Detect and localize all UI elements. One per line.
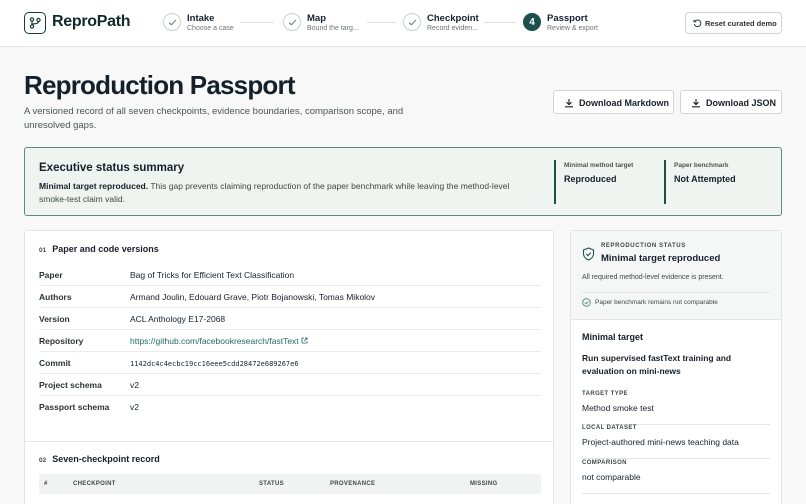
summary-body: Minimal target reproduced. This gap prev… <box>39 180 539 206</box>
kv-row-project-schema: Project schema v2 <box>39 374 541 396</box>
minimal-target-title: Minimal target <box>582 332 644 342</box>
kv-key: Project schema <box>39 380 102 390</box>
step-number-badge: 4 <box>523 13 541 31</box>
versions-heading: 01 Paper and code versions <box>39 244 159 254</box>
status-kicker: REPRODUCTION STATUS <box>601 243 686 249</box>
top-bar: ReproPath Intake Choose a case Map Bound… <box>0 0 806 47</box>
shield-check-icon <box>582 247 595 261</box>
check-circle-icon <box>582 298 591 307</box>
reset-demo-button[interactable]: Reset curated demo <box>685 12 782 34</box>
kv-value: Bag of Tricks for Efficient Text Classif… <box>130 270 295 280</box>
kv-value: v2 <box>130 402 139 412</box>
step-subtitle: Record eviden... <box>427 25 478 32</box>
kv-row-commit: Commit 1142dc4c4ecbc19cc16eee5cdd28472e6… <box>39 352 541 374</box>
download-markdown-label: Download Markdown <box>579 98 669 108</box>
status-card: REPRODUCTION STATUS Minimal target repro… <box>570 230 782 504</box>
step-title: Passport <box>547 13 588 24</box>
section-number: 02 <box>39 457 47 464</box>
stat-minimal-method: Minimal method target Reproduced <box>554 160 654 204</box>
external-link-icon <box>301 337 308 344</box>
kv-value: ACL Anthology E17-2068 <box>130 314 226 324</box>
field-value: not comparable <box>582 472 641 482</box>
app-name: ReproPath <box>52 13 131 30</box>
field-value: Method smoke test <box>582 403 654 413</box>
kv-key: Repository <box>39 336 84 346</box>
step-title: Checkpoint <box>427 13 479 24</box>
kv-key: Version <box>39 314 70 324</box>
kv-row-paper: Paper Bag of Tricks for Efficient Text C… <box>39 264 541 286</box>
page-title: Reproduction Passport <box>24 70 295 100</box>
field-comparison: COMPARISON not comparable <box>582 460 770 494</box>
column-header: MISSING <box>470 481 498 487</box>
section-title: Seven-checkpoint record <box>52 454 160 464</box>
kv-row-authors: Authors Armand Joulin, Edouard Grave, Pi… <box>39 286 541 308</box>
step-subtitle: Choose a case <box>187 25 234 32</box>
stat-label: Minimal method target <box>564 162 634 169</box>
kv-key: Paper <box>39 270 63 280</box>
kv-row-version: Version ACL Anthology E17-2068 <box>39 308 541 330</box>
column-header: CHECKPOINT <box>73 481 116 487</box>
stat-value: Reproduced <box>564 174 617 184</box>
divider <box>25 441 553 442</box>
repository-url: https://github.com/facebookresearch/fast… <box>130 336 299 346</box>
stat-paper-benchmark: Paper benchmark Not Attempted <box>664 160 764 204</box>
step-connector <box>240 22 274 23</box>
section-number: 01 <box>39 247 47 254</box>
kv-key: Commit <box>39 358 71 368</box>
reproduction-status: REPRODUCTION STATUS Minimal target repro… <box>571 231 781 320</box>
status-title: Minimal target reproduced <box>601 253 721 264</box>
step-connector <box>484 22 517 23</box>
reset-label: Reset curated demo <box>705 19 777 28</box>
download-json-button[interactable]: Download JSON <box>680 90 782 114</box>
status-note: Paper benchmark remains not comparable <box>595 299 718 306</box>
column-header: # <box>44 481 48 487</box>
check-icon <box>283 13 301 31</box>
field-target-type: TARGET TYPE Method smoke test <box>582 391 770 425</box>
stat-value: Not Attempted <box>674 174 736 184</box>
step-title: Intake <box>187 13 215 24</box>
status-description: All required method-level evidence is pr… <box>582 274 724 281</box>
column-header: PROVENANCE <box>330 481 376 487</box>
section-title: Paper and code versions <box>52 244 159 254</box>
versions-card: 01 Paper and code versions Paper Bag of T… <box>24 230 554 504</box>
summary-lead: Minimal target reproduced. <box>39 181 149 191</box>
check-icon <box>403 13 421 31</box>
kv-key: Authors <box>39 292 72 302</box>
checkpoint-table-header: # CHECKPOINT STATUS PROVENANCE MISSING <box>39 474 541 494</box>
logo-icon <box>24 12 46 34</box>
divider <box>582 292 770 293</box>
kv-value: 1142dc4c4ecbc19cc16eee5cdd28472e689267e6 <box>130 360 299 368</box>
kv-row-passport-schema: Passport schema v2 <box>39 396 541 418</box>
download-icon <box>565 99 573 108</box>
step-subtitle: Bound the targ... <box>307 25 359 32</box>
kv-row-repository: Repository https://github.com/facebookre… <box>39 330 541 352</box>
check-icon <box>163 13 181 31</box>
field-label: LOCAL DATASET <box>582 425 637 431</box>
field-label: COMPARISON <box>582 460 627 466</box>
step-connector <box>367 22 397 23</box>
field-label: TARGET TYPE <box>582 391 628 397</box>
executive-summary: Executive status summary Minimal target … <box>24 147 782 216</box>
reset-icon <box>693 19 702 28</box>
minimal-target-description: Run supervised fastText training and eva… <box>582 353 732 376</box>
summary-title: Executive status summary <box>39 162 185 174</box>
field-local-dataset: LOCAL DATASET Project-authored mini-news… <box>582 425 770 459</box>
download-icon <box>692 99 700 108</box>
step-subtitle: Review & export <box>547 25 598 32</box>
repository-link[interactable]: https://github.com/facebookresearch/fast… <box>130 336 308 346</box>
checkpoints-heading: 02 Seven-checkpoint record <box>39 454 160 464</box>
download-markdown-button[interactable]: Download Markdown <box>553 90 674 114</box>
column-header: STATUS <box>259 481 284 487</box>
stat-label: Paper benchmark <box>674 162 729 169</box>
field-value: Project-authored mini-news teaching data <box>582 437 739 447</box>
kv-value: v2 <box>130 380 139 390</box>
kv-key: Passport schema <box>39 402 110 412</box>
download-json-label: Download JSON <box>706 98 777 108</box>
page-subtitle: A versioned record of all seven checkpoi… <box>24 106 404 131</box>
kv-value: Armand Joulin, Edouard Grave, Piotr Boja… <box>130 292 376 302</box>
step-title: Map <box>307 13 326 24</box>
